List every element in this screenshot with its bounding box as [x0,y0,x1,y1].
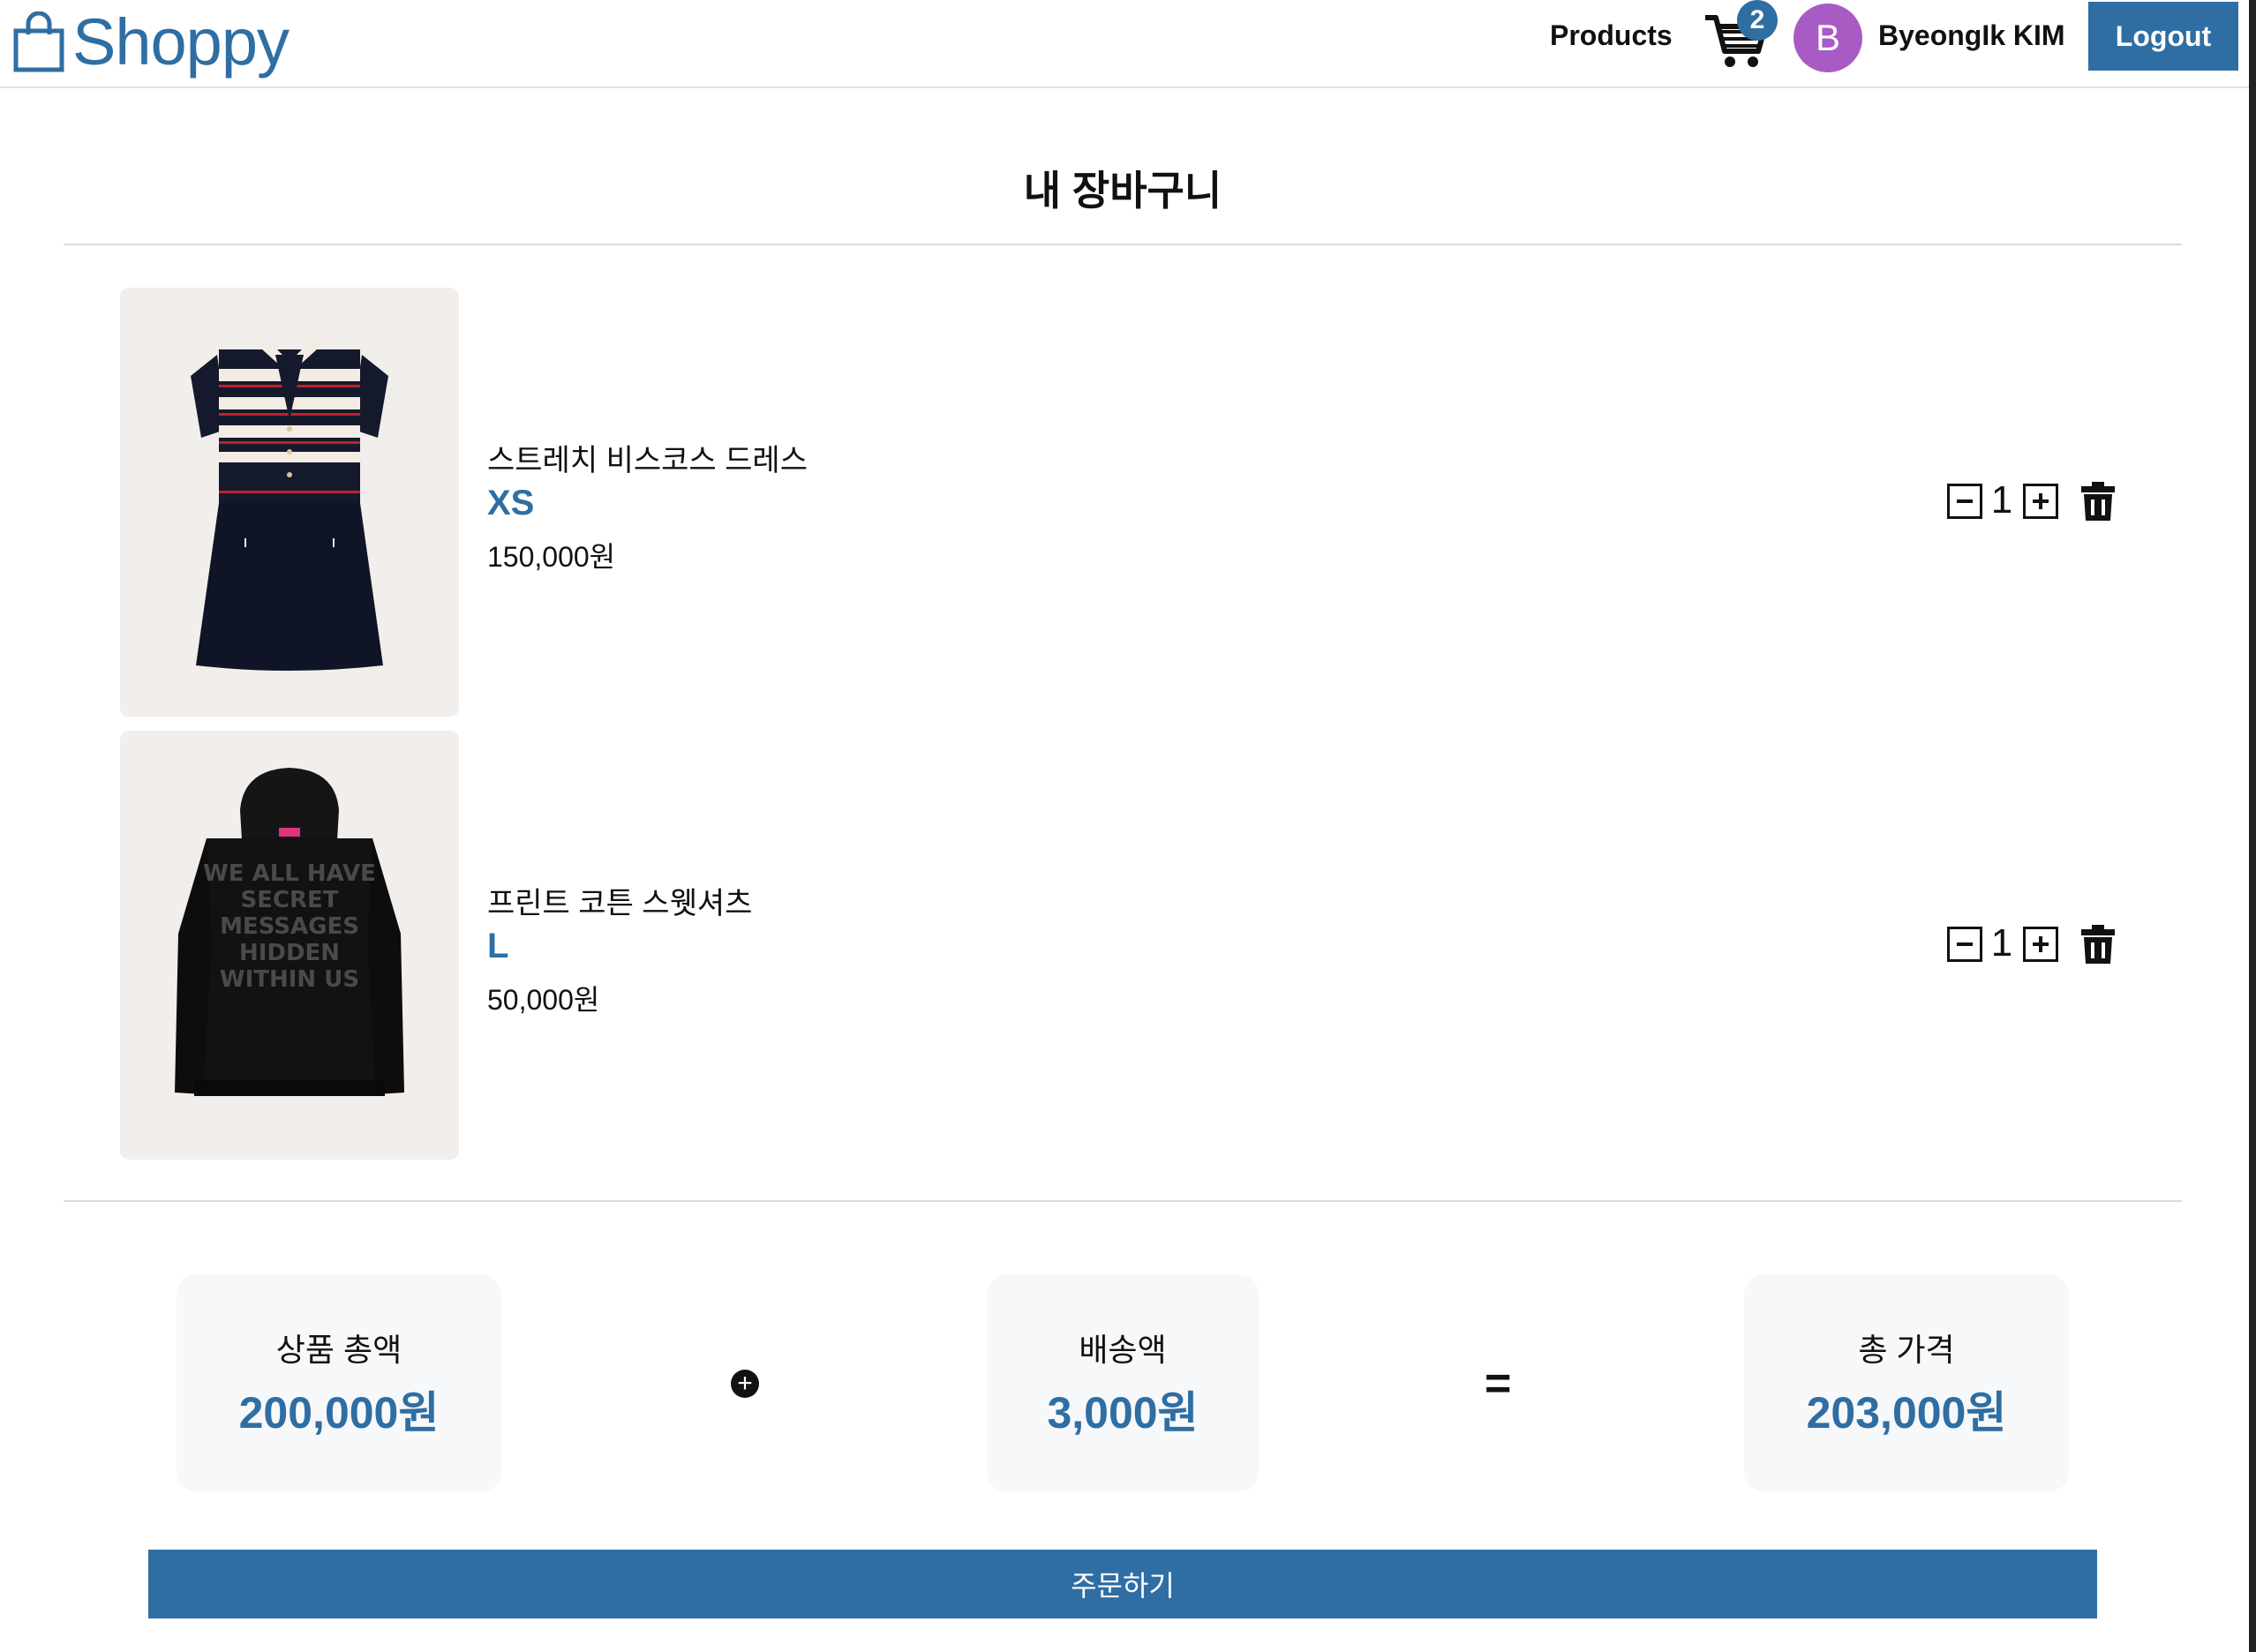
trash-icon[interactable] [2079,482,2117,521]
black-hoodie-image: WE ALL HAVE SECRET MESSAGES HIDDEN WITHI… [175,768,404,1096]
logout-button[interactable]: Logout [2088,2,2238,71]
nav-products-link[interactable]: Products [1550,19,1673,52]
scrollbar[interactable] [2249,0,2256,1652]
plus-circle-icon: + [731,1370,759,1398]
total-card: 총 가격 203,000원 [1744,1274,2069,1491]
increase-quantity-button[interactable] [2023,484,2058,519]
shipping-card: 배송액 3,000원 [987,1274,1259,1491]
increase-quantity-button[interactable] [2023,927,2058,962]
subtotal-label: 상품 총액 [275,1332,402,1368]
plus-square-icon [2033,936,2049,952]
striped-dress-image [191,335,388,671]
trash-icon[interactable] [2079,925,2117,964]
divider [64,244,2182,245]
order-button[interactable]: 주문하기 [148,1550,2097,1618]
shipping-label: 배송액 [1079,1332,1167,1368]
logo-text: Shoppy [72,5,290,79]
page-title: 내 장바구니 [1023,168,1222,214]
minus-square-icon [1957,942,1973,946]
product-name: 스트레치 비스코스 드레스 [487,444,808,477]
logo[interactable]: Shoppy [12,5,290,79]
equals-sign: = [1485,1358,1512,1409]
subtotal-card: 상품 총액 200,000원 [177,1274,501,1491]
shopping-bag-icon [13,11,64,72]
total-value: 203,000원 [1806,1388,2007,1438]
product-image[interactable] [120,288,459,717]
print-text-line: SECRET [240,887,338,913]
decrease-quantity-button[interactable] [1947,927,1982,962]
cart-count-badge: 2 [1737,0,1778,41]
username: ByeongIk KIM [1878,19,2065,51]
avatar[interactable]: B [1794,4,1862,72]
total-label: 총 가격 [1858,1332,1955,1368]
subtotal-value: 200,000원 [238,1388,440,1438]
quantity-value: 1 [1990,921,2013,965]
plus-square-icon [2033,493,2049,509]
print-text-line: MESSAGES [220,913,359,940]
product-size: XS [487,484,535,522]
product-name: 프린트 코튼 스웻셔츠 [487,887,753,920]
cart-item: WE ALL HAVE SECRET MESSAGES HIDDEN WITHI… [0,731,2245,1160]
print-text-line: WE ALL HAVE [203,860,376,887]
print-text-line: WITHIN US [220,966,359,993]
decrease-quantity-button[interactable] [1947,484,1982,519]
shipping-value: 3,000원 [1047,1388,1199,1438]
cart-item: 스트레치 비스코스 드레스 XS 150,000원 1 [0,288,2245,717]
product-size: L [487,927,509,965]
product-price: 50,000원 [487,984,600,1016]
product-image[interactable]: WE ALL HAVE SECRET MESSAGES HIDDEN WITHI… [120,731,459,1160]
print-text-line: HIDDEN [239,940,340,966]
quantity-value: 1 [1990,478,2013,522]
minus-square-icon [1957,499,1973,503]
product-price: 150,000원 [487,541,616,573]
divider [64,1200,2182,1202]
